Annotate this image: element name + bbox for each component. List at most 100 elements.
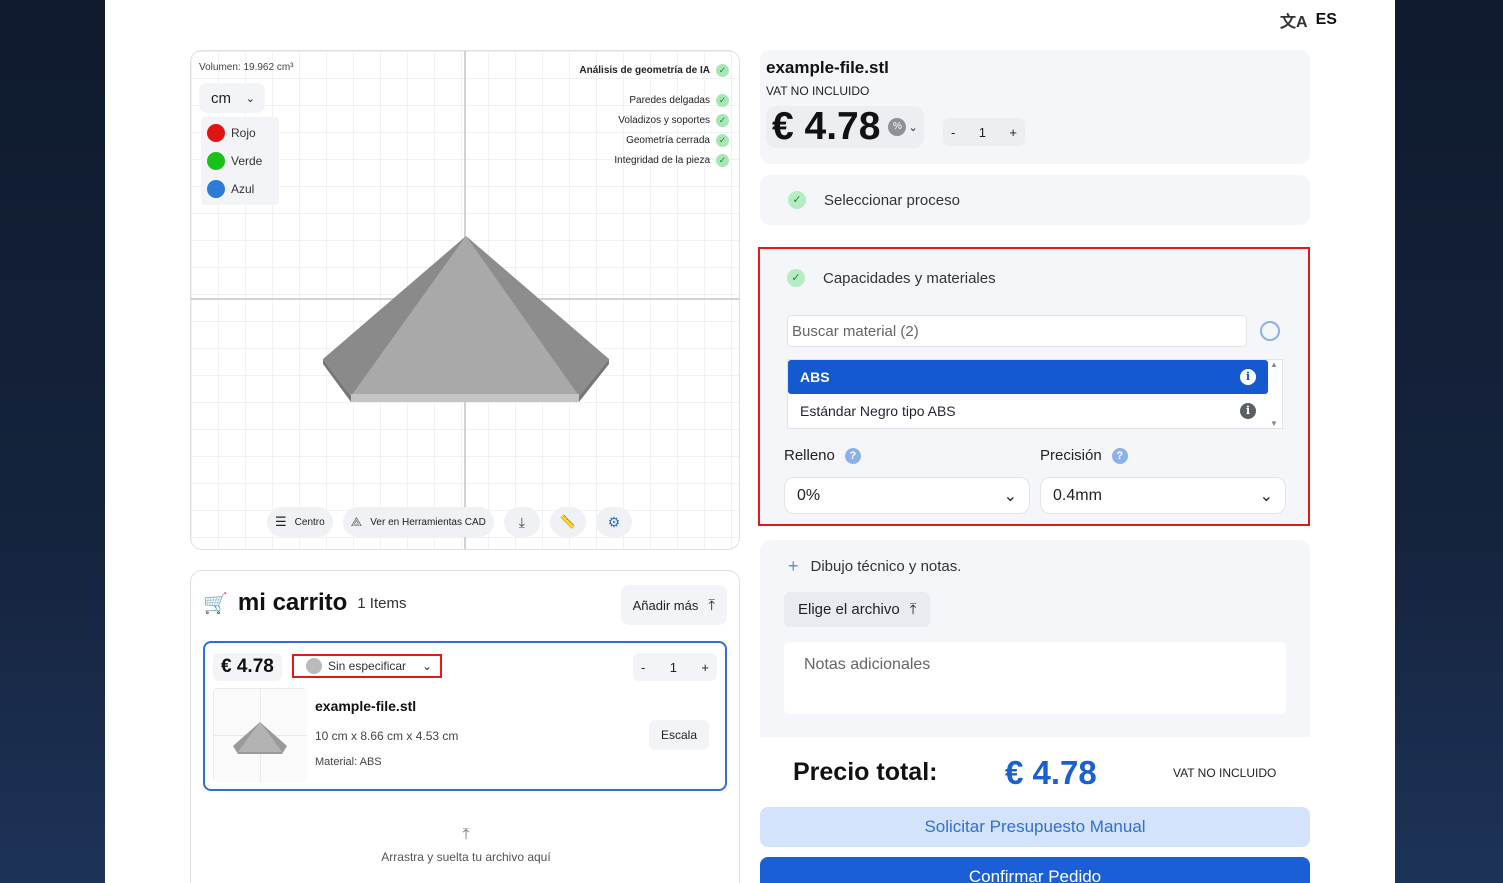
increment-button[interactable]: + xyxy=(1009,125,1017,140)
info-icon[interactable]: i xyxy=(1240,369,1256,385)
material-search-input[interactable]: Buscar material (2) xyxy=(787,315,1247,347)
notes-panel: + Dibujo técnico y notas. Elige el archi… xyxy=(760,540,1310,737)
decrement-button[interactable]: - xyxy=(641,660,645,675)
infill-label-group: Relleno ? xyxy=(784,447,861,464)
center-button[interactable]: ☰ Centro xyxy=(267,507,333,537)
plus-icon: + xyxy=(788,556,799,576)
viewer-toolbar: ☰ Centro ⟁ Ver en Herramientas CAD ⤓ 📏 ⚙ xyxy=(267,507,632,537)
file-name: example-file.stl xyxy=(766,58,889,77)
material-list: ABS i Estándar Negro tipo ABS i ▲ ▼ xyxy=(787,359,1283,429)
precision-value: 0.4mm xyxy=(1053,486,1102,504)
infill-select[interactable]: 0% ⌄ xyxy=(784,477,1030,514)
file-summary-card: example-file.stl VAT NO INCLUIDO € 4.78 … xyxy=(760,50,1310,164)
item-dimensions: 10 cm x 8.66 cm x 4.53 cm xyxy=(315,729,459,743)
scroll-up-icon: ▲ xyxy=(1270,360,1278,369)
item-material-select[interactable]: Sin especificar ⌄ xyxy=(292,654,442,678)
choose-file-label: Elige el archivo xyxy=(798,601,900,618)
item-price: € 4.78 xyxy=(213,653,282,681)
cad-tools-button[interactable]: ⟁ Ver en Herramientas CAD xyxy=(342,507,494,537)
price-amount: € 4.78 xyxy=(772,105,881,148)
color-option-red[interactable]: Rojo xyxy=(201,119,279,147)
measure-button[interactable]: 📏 xyxy=(549,507,586,537)
scrollbar[interactable]: ▲ ▼ xyxy=(1270,360,1278,428)
precision-label-group: Precisión ? xyxy=(1040,447,1128,464)
help-icon[interactable]: ? xyxy=(1111,447,1128,464)
notes-title: Dibujo técnico y notas. xyxy=(810,558,962,575)
cart-title: mi carrito xyxy=(237,589,348,616)
translate-icon: 文A xyxy=(1280,14,1308,31)
material-option-label: ABS xyxy=(800,369,830,385)
item-name: example-file.stl xyxy=(315,698,417,714)
add-more-button[interactable]: Añadir más ⤒ xyxy=(620,585,727,625)
cube-icon: ⟁ xyxy=(350,514,363,529)
confirm-order-button[interactable]: Confirmar Pedido xyxy=(760,857,1310,883)
search-icon[interactable] xyxy=(1260,321,1280,341)
scale-button[interactable]: Escala xyxy=(648,720,709,750)
check-icon: ✓ xyxy=(787,269,805,287)
color-swatch xyxy=(306,658,322,674)
total-vat-note: VAT NO INCLUIDO xyxy=(1173,765,1277,780)
volume-label: Volumen: 19.962 cm³ xyxy=(199,62,294,73)
align-center-icon: ☰ xyxy=(275,514,287,529)
check-icon: ✓ xyxy=(716,133,729,147)
color-swatch xyxy=(207,152,225,170)
cart-count: 1 Items xyxy=(357,594,407,612)
language-switcher[interactable]: 文A ES xyxy=(1280,8,1337,32)
color-label: Rojo xyxy=(231,126,256,140)
color-option-green[interactable]: Verde xyxy=(201,147,279,175)
language-label: ES xyxy=(1315,11,1337,28)
unit-value: cm xyxy=(211,89,231,107)
color-swatch xyxy=(207,180,225,198)
check-label: Integridad de la pieza xyxy=(614,154,710,166)
material-select-label: Sin especificar xyxy=(328,659,407,673)
item-quantity-stepper[interactable]: - 1 + xyxy=(633,653,717,681)
material-option-black-abs[interactable]: Estándar Negro tipo ABS i xyxy=(788,394,1268,428)
help-icon[interactable]: ? xyxy=(844,447,861,464)
download-button[interactable]: ⤓ xyxy=(503,507,540,537)
model-viewer[interactable]: Volumen: 19.962 cm³ cm ⌄ Rojo Verde Azul… xyxy=(190,50,740,550)
center-label: Centro xyxy=(294,516,325,528)
request-quote-button[interactable]: Solicitar Presupuesto Manual xyxy=(760,807,1310,847)
decrement-button[interactable]: - xyxy=(951,125,955,140)
quantity-stepper[interactable]: - 1 + xyxy=(943,118,1025,146)
notes-textarea[interactable]: Notas adicionales xyxy=(784,642,1286,714)
check-icon: ✓ xyxy=(716,63,729,77)
unit-select[interactable]: cm ⌄ xyxy=(199,83,265,113)
color-label: Azul xyxy=(231,182,255,196)
materials-header[interactable]: ✓ Capacidades y materiales xyxy=(787,269,996,287)
material-option-label: Estándar Negro tipo ABS xyxy=(800,403,956,419)
materials-title: Capacidades y materiales xyxy=(823,269,996,287)
notes-header[interactable]: + Dibujo técnico y notas. xyxy=(788,556,961,577)
quantity-value: 1 xyxy=(978,124,986,140)
quantity-value: 1 xyxy=(669,659,677,675)
item-material: Material: ABS xyxy=(315,756,382,768)
color-label: Verde xyxy=(231,154,263,168)
process-step[interactable]: ✓ Seleccionar proceso xyxy=(760,175,1310,225)
upload-icon: ⤒ xyxy=(462,826,470,843)
settings-button[interactable]: ⚙ xyxy=(595,507,632,537)
item-thumbnail xyxy=(213,688,307,782)
increment-button[interactable]: + xyxy=(701,660,709,675)
total-label: Precio total: xyxy=(793,758,938,786)
discount-badge-icon: % xyxy=(888,118,907,136)
info-icon[interactable]: i xyxy=(1240,403,1256,419)
cart-icon: 🛒 xyxy=(203,592,228,615)
precision-select[interactable]: 0.4mm ⌄ xyxy=(1040,477,1286,514)
color-option-blue[interactable]: Azul xyxy=(201,175,279,203)
check-label: Geometría cerrada xyxy=(626,134,710,146)
file-dropzone[interactable]: ⤒ Arrastra y suelta tu archivo aquí xyxy=(191,826,741,864)
check-label: Voladizos y soportes xyxy=(618,114,710,126)
gear-icon: ⚙ xyxy=(607,513,621,530)
material-option-abs[interactable]: ABS i xyxy=(788,360,1268,394)
total-amount: € 4.78 xyxy=(1005,753,1097,791)
cad-label: Ver en Herramientas CAD xyxy=(370,516,486,528)
price-display[interactable]: € 4.78 % ⌄ xyxy=(766,105,924,148)
choose-file-button[interactable]: Elige el archivo ⤒ xyxy=(784,592,931,627)
check-icon: ✓ xyxy=(716,93,729,107)
total-row: Precio total: € 4.78 VAT NO INCLUIDO xyxy=(760,750,1310,795)
chevron-down-icon: ⌄ xyxy=(1003,487,1017,505)
materials-panel: ✓ Capacidades y materiales Buscar materi… xyxy=(758,247,1310,526)
chevron-down-icon: ⌄ xyxy=(245,92,255,105)
cart-item[interactable]: € 4.78 Sin especificar ⌄ - 1 + example-f… xyxy=(203,641,727,791)
add-more-label: Añadir más xyxy=(632,597,699,613)
